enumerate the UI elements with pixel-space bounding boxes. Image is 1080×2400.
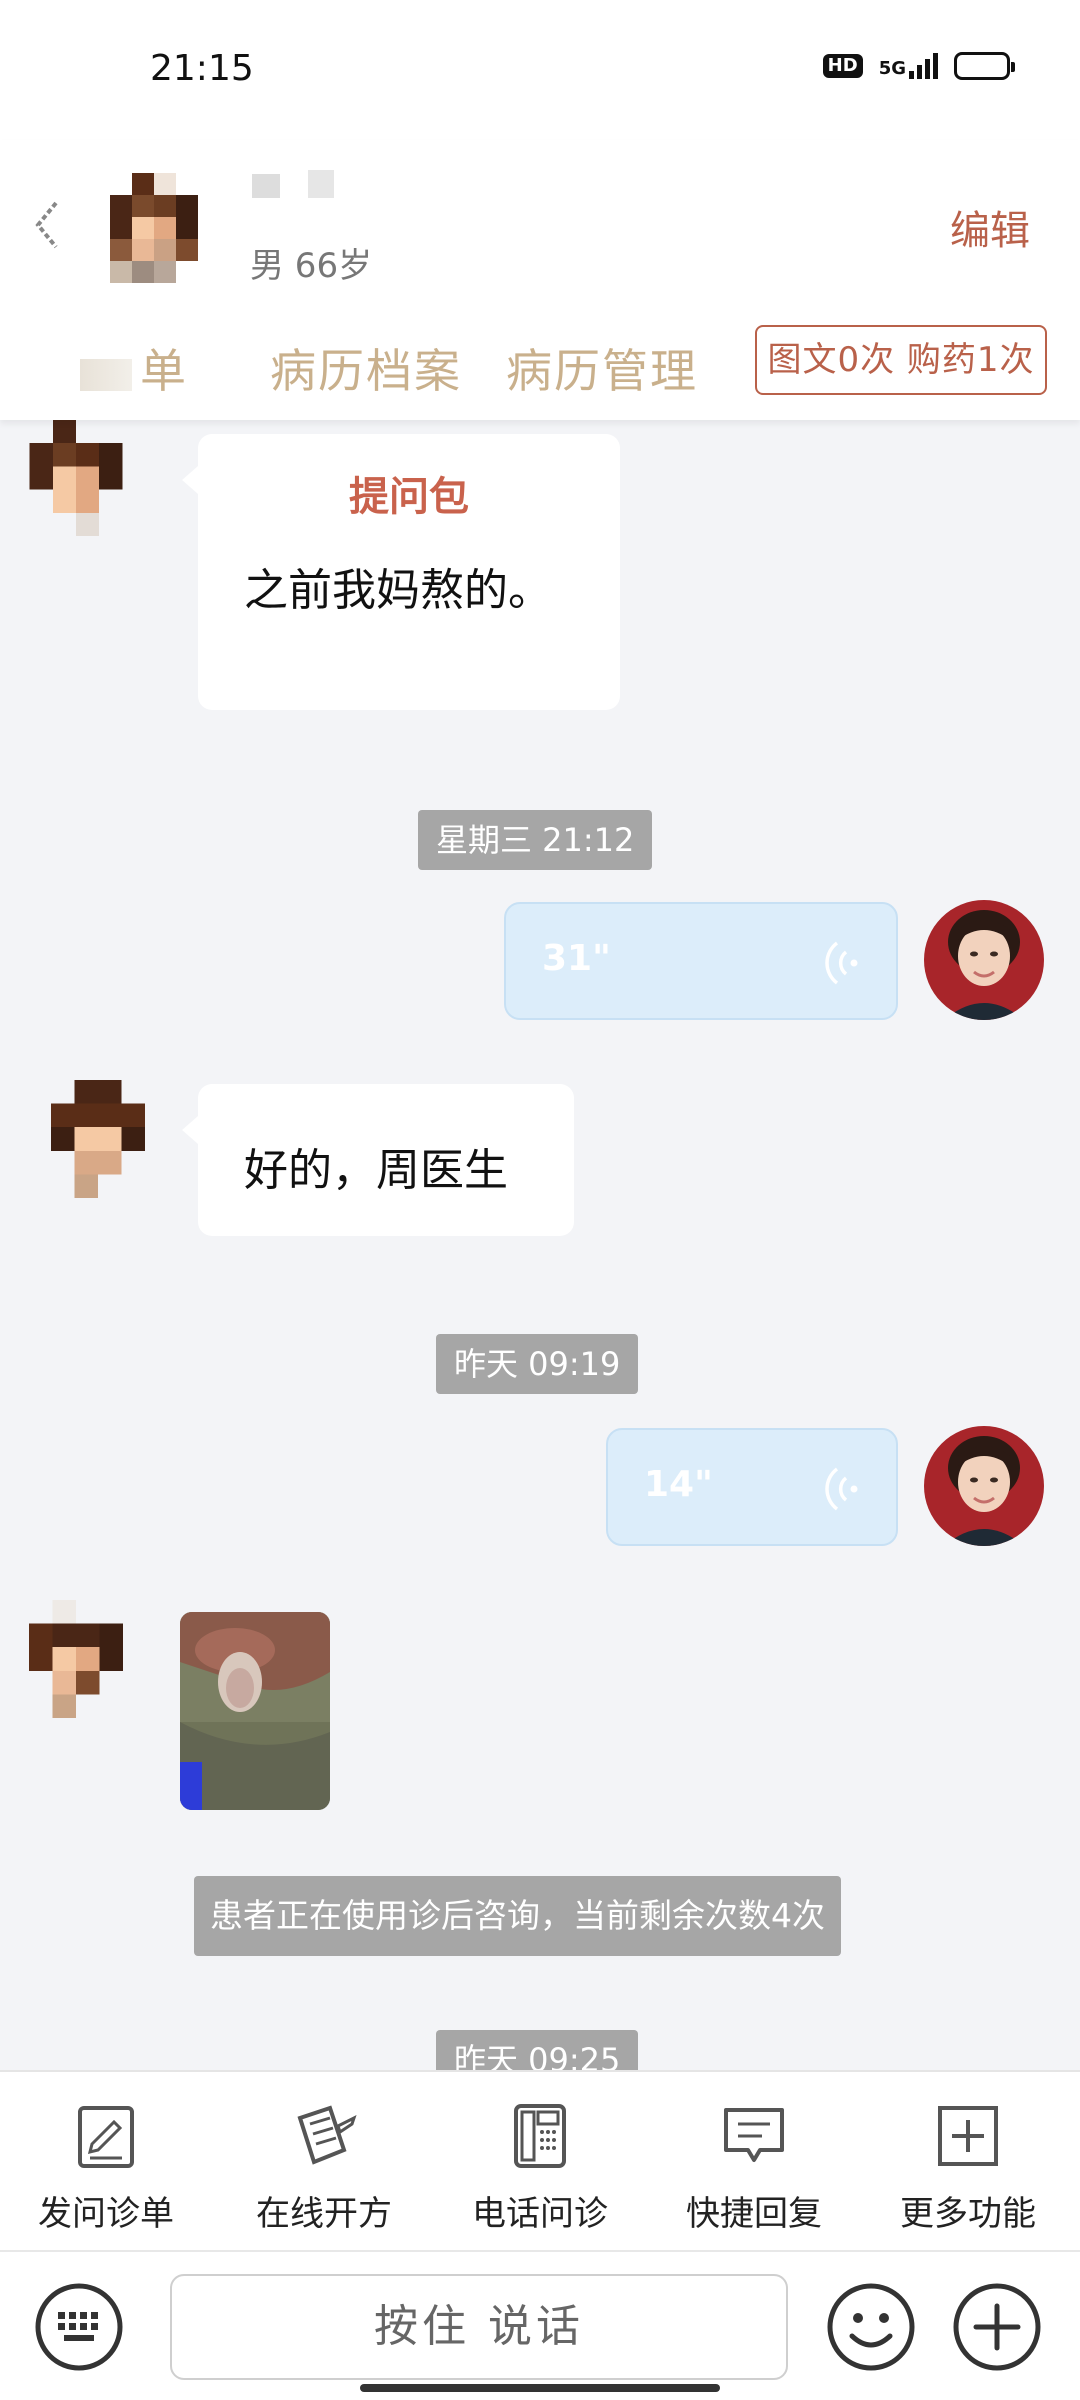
quota-badge[interactable]: 图文0次 购药1次 [755, 325, 1047, 395]
tab-medical-records[interactable]: 病历档案 [270, 335, 462, 401]
tool-label: 快捷回复 [686, 2194, 822, 2234]
plus-icon[interactable] [952, 2282, 1042, 2372]
voice-message[interactable]: 31" [504, 902, 898, 1020]
bubble-pointer [182, 466, 198, 494]
timestamp: 昨天 09:25 [436, 2030, 639, 2070]
patient-gender-age: 男 66岁 [250, 246, 373, 286]
consultation-notice: 患者正在使用诊后咨询，当前剩余次数4次 [194, 1876, 841, 1956]
chat-area[interactable]: 提问包 之前我妈熬的。 星期三 21:12 31" 好的，周医生 昨天 09:1… [0, 420, 1080, 2070]
phone-consultation-button[interactable]: 电话问诊 [450, 2100, 630, 2235]
quick-reply-button[interactable]: 快捷回复 [664, 2100, 844, 2235]
status-icons: HD 5G [822, 52, 1015, 80]
tool-label: 发问诊单 [38, 2194, 174, 2234]
tool-label: 在线开方 [256, 2194, 392, 2234]
image-message[interactable] [180, 1612, 330, 1810]
send-questionnaire-button[interactable]: 发问诊单 [16, 2100, 196, 2235]
prescription-icon [297, 2105, 357, 2165]
patient-avatar-small[interactable] [28, 420, 124, 536]
emoji-icon[interactable] [826, 2282, 916, 2372]
voice-duration: 31" [542, 938, 611, 979]
battery-icon [954, 52, 1015, 80]
doctor-avatar[interactable] [924, 900, 1044, 1020]
edit-button[interactable]: 编辑 [950, 198, 1030, 256]
signal-icon: 5G [879, 53, 938, 79]
online-prescription-button[interactable]: 在线开方 [234, 2100, 414, 2235]
message-text: 好的，周医生 [244, 1145, 508, 1196]
message-bubble[interactable]: 好的，周医生 [198, 1084, 574, 1236]
action-toolbar: 发问诊单 在线开方 电话问诊 快捷回复 更多功能 [0, 2070, 1080, 2250]
patient-name-redacted [252, 170, 334, 198]
status-bar: 21:15 HD 5G [0, 0, 1080, 140]
doctor-avatar[interactable] [924, 1426, 1044, 1546]
chat-header: 男 66岁 编辑 单 病历档案 病历管理 图文0次 购药1次 [0, 140, 1080, 420]
questionnaire-icon [78, 2106, 134, 2168]
tab-record-management[interactable]: 病历管理 [506, 335, 698, 401]
more-icon [938, 2106, 998, 2166]
header-tabs: 单 病历档案 病历管理 图文0次 购药1次 [0, 325, 1080, 405]
message-text: 之前我妈熬的。 [244, 565, 552, 616]
status-time: 21:15 [150, 48, 254, 89]
timestamp: 昨天 09:19 [436, 1334, 639, 1394]
more-functions-button[interactable]: 更多功能 [878, 2100, 1058, 2235]
home-indicator[interactable] [360, 2384, 720, 2392]
voice-message[interactable]: 14" [606, 1428, 898, 1546]
input-bar: 按住 说话 [0, 2250, 1080, 2400]
tab-partial[interactable]: 单 [80, 335, 188, 401]
patient-avatar[interactable] [110, 170, 198, 286]
voice-wave-icon [825, 1467, 858, 1511]
phone-icon [514, 2104, 566, 2168]
redacted-tab-prefix [80, 358, 132, 391]
voice-wave-icon [825, 941, 858, 985]
back-icon[interactable] [30, 195, 70, 255]
tool-label: 更多功能 [900, 2194, 1036, 2234]
bubble-pointer [182, 1116, 198, 1144]
quick-reply-icon [724, 2108, 784, 2162]
timestamp: 星期三 21:12 [418, 810, 653, 870]
tool-label: 电话问诊 [472, 2194, 608, 2234]
question-package-bubble[interactable]: 提问包 之前我妈熬的。 [198, 434, 620, 710]
package-title: 提问包 [349, 474, 469, 520]
hold-to-talk-button[interactable]: 按住 说话 [170, 2274, 788, 2380]
voice-duration: 14" [644, 1464, 713, 1505]
hd-icon: HD [822, 54, 863, 78]
patient-avatar-small[interactable] [28, 1600, 124, 1718]
network-type-label: 5G [878, 58, 906, 79]
patient-avatar-small[interactable] [50, 1080, 146, 1198]
keyboard-icon[interactable] [34, 2282, 124, 2372]
